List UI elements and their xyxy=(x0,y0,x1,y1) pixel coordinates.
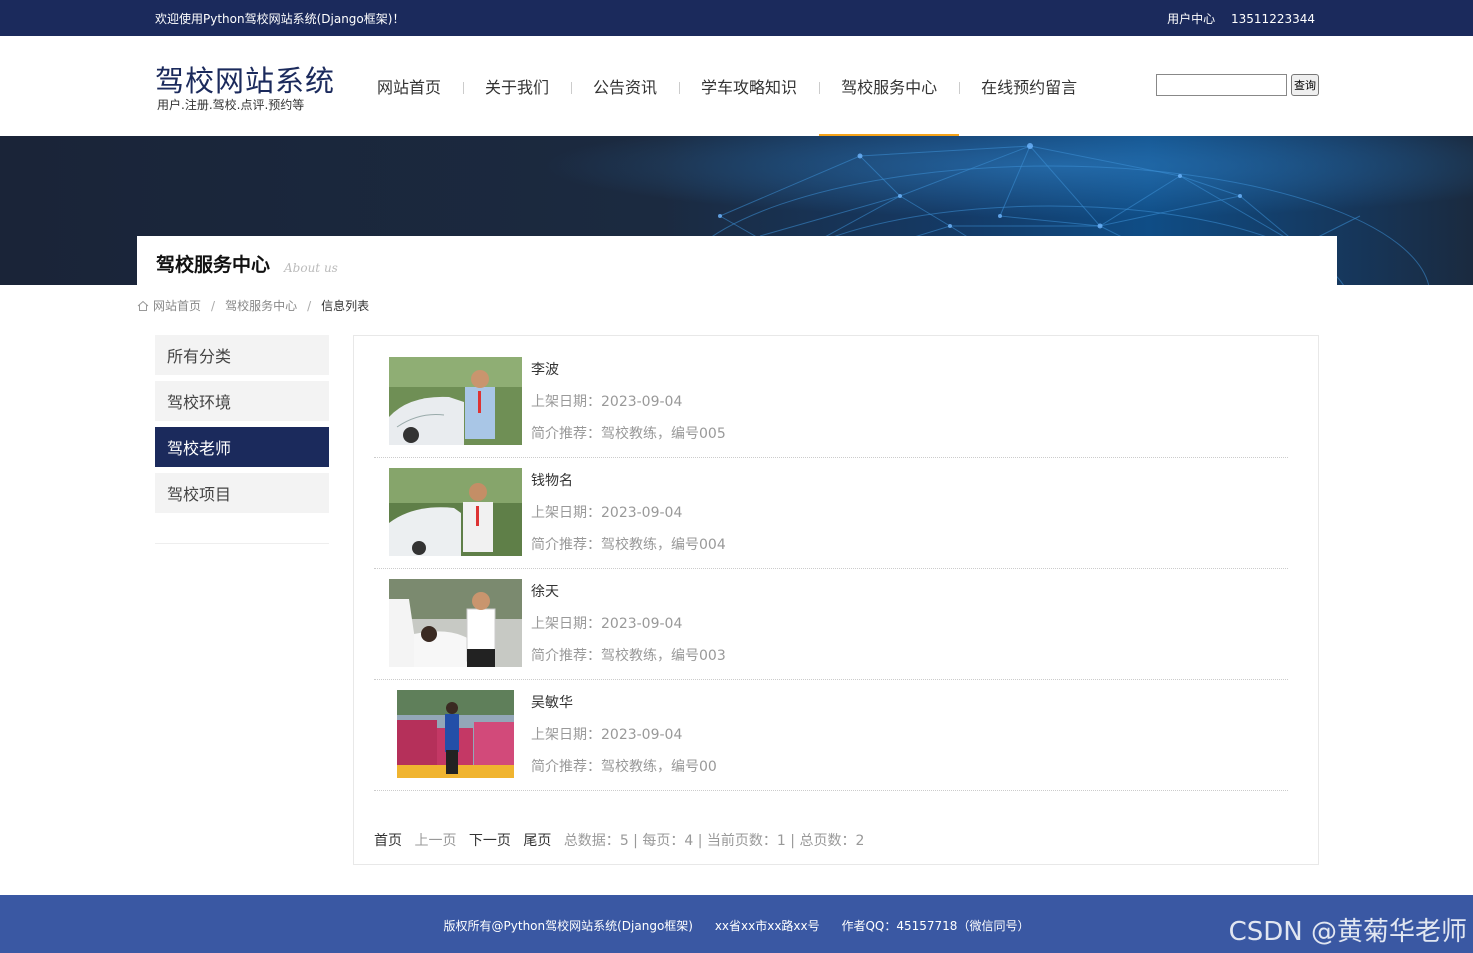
date-label: 上架日期： xyxy=(531,394,601,410)
nav-service-center[interactable]: 驾校服务中心 xyxy=(819,36,960,138)
section-subtitle: About us xyxy=(284,261,338,275)
date-label: 上架日期： xyxy=(531,505,601,521)
site-header: 驾校网站系统 用户.注册.驾校.点评.预约等 网站首页 关于我们 公告资讯 学车… xyxy=(0,36,1473,138)
list-item-date: 上架日期：2023-09-04 xyxy=(531,389,726,421)
date-label: 上架日期： xyxy=(531,616,601,632)
pager-current: 1 xyxy=(776,833,786,849)
top-bar: 欢迎使用Python驾校网站系统(Django框架)！ 用户中心 1351122… xyxy=(0,0,1473,36)
pager-last[interactable]: 尾页 xyxy=(523,833,551,849)
date-label: 上架日期： xyxy=(531,727,601,743)
footer-copyright: 版权所有@Python驾校网站系统(Django框架) xyxy=(443,919,693,933)
pager-pages-label: 总页数： xyxy=(799,833,856,849)
search-button[interactable]: 查询 xyxy=(1291,74,1319,96)
pager-total: 5 xyxy=(619,833,629,849)
nav-about[interactable]: 关于我们 xyxy=(463,36,571,136)
section-title: 驾校服务中心 xyxy=(156,254,271,276)
breadcrumb-current: 信息列表 xyxy=(321,299,370,313)
list-item-date: 上架日期：2023-09-04 xyxy=(531,611,726,643)
footer-qq: 作者QQ：45157718（微信同号） xyxy=(841,919,1030,933)
list-item-intro: 简介推荐：驾校教练，编号003 xyxy=(531,643,726,675)
home-icon xyxy=(137,300,149,311)
top-right-links: 用户中心 13511223344 xyxy=(1155,10,1315,27)
pager-first[interactable]: 首页 xyxy=(374,833,402,849)
date-value: 2023-09-04 xyxy=(601,727,683,743)
phone-number: 13511223344 xyxy=(1231,12,1315,26)
csdn-watermark: CSDN @黄菊华老师 xyxy=(1228,917,1467,947)
pager-divider: | xyxy=(628,833,643,849)
pager-prev[interactable]: 上一页 xyxy=(414,833,456,849)
teacher-photo[interactable] xyxy=(389,357,522,445)
section-title-box: 驾校服务中心 About us xyxy=(137,236,1337,285)
sidebar-item-all[interactable]: 所有分类 xyxy=(155,335,329,375)
list-item-info: 李波 上架日期：2023-09-04 简介推荐：驾校教练，编号005 xyxy=(531,357,726,453)
teacher-photo[interactable] xyxy=(389,690,522,778)
list-item-date: 上架日期：2023-09-04 xyxy=(531,500,726,532)
list-item-date: 上架日期：2023-09-04 xyxy=(531,722,717,754)
list-item-name[interactable]: 钱物名 xyxy=(531,468,726,500)
pager-next[interactable]: 下一页 xyxy=(469,833,511,849)
intro-value: 驾校教练，编号004 xyxy=(601,537,726,553)
pagination: 首页 上一页 下一页 尾页 总数据：5 | 每页：4 | 当前页数：1 | 总页… xyxy=(374,830,864,850)
breadcrumb-section[interactable]: 驾校服务中心 xyxy=(225,297,297,314)
date-value: 2023-09-04 xyxy=(601,505,683,521)
pager-per-page-label: 每页： xyxy=(642,833,685,849)
pager-total-label: 总数据： xyxy=(563,833,620,849)
user-center-link[interactable]: 用户中心 xyxy=(1167,12,1215,26)
list-item-info: 钱物名 上架日期：2023-09-04 简介推荐：驾校教练，编号004 xyxy=(531,468,726,564)
site-subtitle: 用户.注册.驾校.点评.预约等 xyxy=(157,98,305,112)
list-item-info: 徐天 上架日期：2023-09-04 简介推荐：驾校教练，编号003 xyxy=(531,579,726,675)
list-item-intro: 简介推荐：驾校教练，编号004 xyxy=(531,532,726,564)
pager-pages: 2 xyxy=(855,833,865,849)
breadcrumb-separator: / xyxy=(307,298,312,313)
pager-divider: | xyxy=(785,833,800,849)
search-input[interactable] xyxy=(1156,74,1287,96)
list-item[interactable]: 吴敏华 上架日期：2023-09-04 简介推荐：驾校教练，编号00 xyxy=(374,680,1288,791)
breadcrumb-separator: / xyxy=(211,298,216,313)
intro-label: 简介推荐： xyxy=(531,648,601,664)
teacher-photo[interactable] xyxy=(389,468,522,556)
nav-guide[interactable]: 学车攻略知识 xyxy=(679,36,819,136)
list-item-intro: 简介推荐：驾校教练，编号00 xyxy=(531,754,717,786)
intro-label: 简介推荐： xyxy=(531,426,601,442)
list-item-intro: 简介推荐：驾校教练，编号005 xyxy=(531,421,726,453)
nav-home[interactable]: 网站首页 xyxy=(355,36,463,136)
list-item-name[interactable]: 李波 xyxy=(531,357,726,389)
main-nav: 网站首页 关于我们 公告资讯 学车攻略知识 驾校服务中心 在线预约留言 xyxy=(355,36,1099,138)
intro-value: 驾校教练，编号00 xyxy=(601,759,717,775)
nav-news[interactable]: 公告资讯 xyxy=(571,36,679,136)
welcome-text: 欢迎使用Python驾校网站系统(Django框架)！ xyxy=(155,12,405,26)
site-title[interactable]: 驾校网站系统 xyxy=(155,58,335,100)
list-item-info: 吴敏华 上架日期：2023-09-04 简介推荐：驾校教练，编号00 xyxy=(531,690,717,786)
list-item-name[interactable]: 吴敏华 xyxy=(531,690,717,722)
list-item[interactable]: 李波 上架日期：2023-09-04 简介推荐：驾校教练，编号005 xyxy=(374,347,1288,458)
intro-value: 驾校教练，编号005 xyxy=(601,426,726,442)
intro-value: 驾校教练，编号003 xyxy=(601,648,726,664)
sidebar-item-teachers[interactable]: 驾校老师 xyxy=(155,427,329,467)
footer-address: xx省xx市xx路xx号 xyxy=(714,919,820,933)
nav-booking[interactable]: 在线预约留言 xyxy=(959,36,1099,136)
pager-current-label: 当前页数： xyxy=(706,833,777,849)
list-item[interactable]: 钱物名 上架日期：2023-09-04 简介推荐：驾校教练，编号004 xyxy=(374,458,1288,569)
sidebar-item-projects[interactable]: 驾校项目 xyxy=(155,473,329,513)
teacher-photo[interactable] xyxy=(389,579,522,667)
list-item[interactable]: 徐天 上架日期：2023-09-04 简介推荐：驾校教练，编号003 xyxy=(374,569,1288,680)
sidebar-divider xyxy=(155,543,329,544)
date-value: 2023-09-04 xyxy=(601,394,683,410)
intro-label: 简介推荐： xyxy=(531,759,601,775)
breadcrumb: 网站首页 / 驾校服务中心 / 信息列表 xyxy=(137,297,369,314)
intro-label: 简介推荐： xyxy=(531,537,601,553)
list-panel: 李波 上架日期：2023-09-04 简介推荐：驾校教练，编号005 钱物名 上… xyxy=(353,335,1319,865)
site-footer: 版权所有@Python驾校网站系统(Django框架) xx省xx市xx路xx号… xyxy=(0,895,1473,953)
sidebar-item-environment[interactable]: 驾校环境 xyxy=(155,381,329,421)
pager-per-page: 4 xyxy=(684,833,694,849)
list-item-name[interactable]: 徐天 xyxy=(531,579,726,611)
date-value: 2023-09-04 xyxy=(601,616,683,632)
pager-divider: | xyxy=(693,833,707,849)
breadcrumb-home[interactable]: 网站首页 xyxy=(153,297,201,314)
